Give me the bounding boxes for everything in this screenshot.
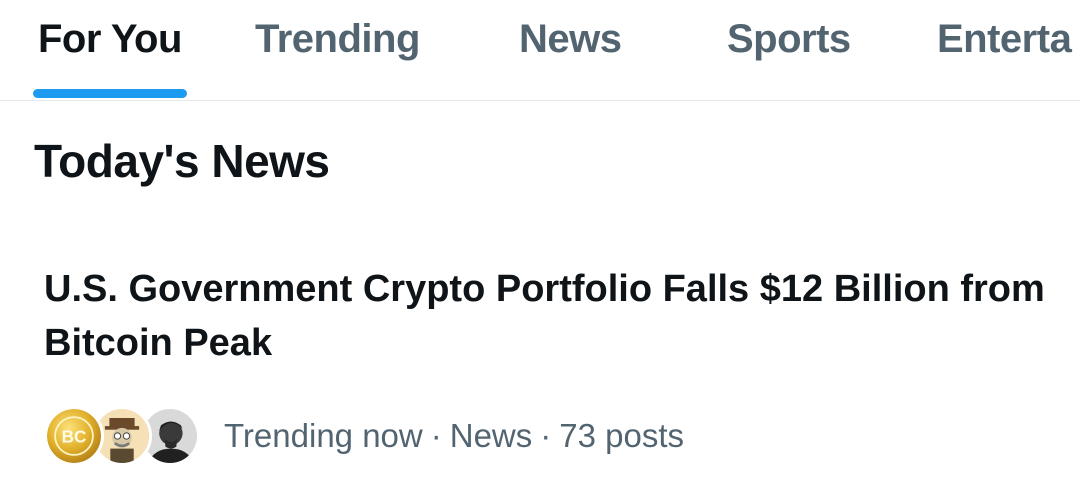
news-story-card[interactable]: U.S. Government Crypto Portfolio Falls $… <box>44 262 1054 370</box>
active-tab-indicator <box>33 89 187 98</box>
meta-separator: · <box>540 417 552 454</box>
bc-coin-avatar: BC <box>44 406 104 466</box>
story-category: News <box>449 417 533 454</box>
bc-coin-text: BC <box>62 427 87 446</box>
tab-entertainment[interactable]: Enterta <box>937 0 1072 100</box>
post-count: 73 posts <box>559 417 685 454</box>
tab-for-you[interactable]: For You <box>38 0 182 100</box>
tab-news[interactable]: News <box>519 0 622 100</box>
tab-trending[interactable]: Trending <box>255 0 420 100</box>
tab-sports[interactable]: Sports <box>727 0 851 100</box>
meta-separator: · <box>430 417 442 454</box>
avatar-stack: BC <box>44 406 200 466</box>
story-meta: BC Trending now · News · 73 posts <box>44 404 684 468</box>
story-headline[interactable]: U.S. Government Crypto Portfolio Falls $… <box>44 262 1054 370</box>
tab-bar: For You Trending News Sports Enterta <box>0 0 1080 101</box>
section-title: Today's News <box>34 135 330 187</box>
story-meta-text: Trending now · News · 73 posts <box>224 417 684 455</box>
trending-status: Trending now <box>224 417 423 454</box>
